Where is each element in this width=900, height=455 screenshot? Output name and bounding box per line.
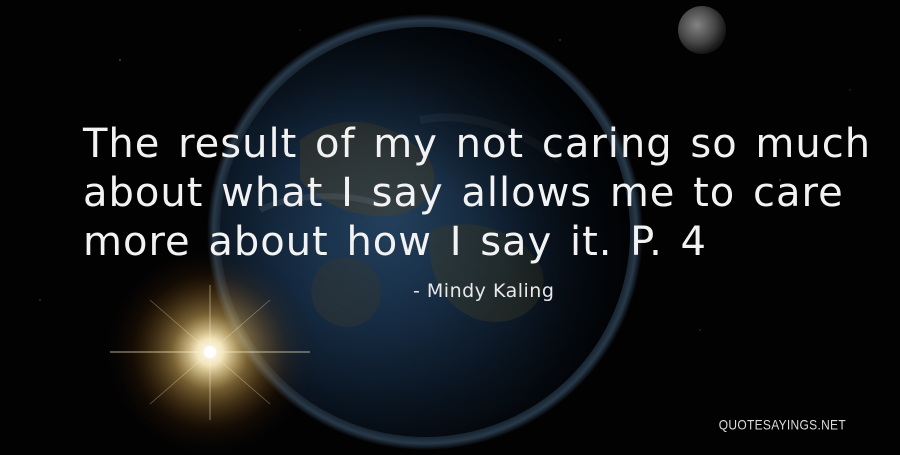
quote-line-3: more about how I say it. P. 4 <box>83 219 707 265</box>
site-watermark: QUOTESAYINGS.NET <box>718 416 846 433</box>
sun-flare-icon <box>100 242 320 455</box>
quote-author: - Mindy Kaling <box>413 280 555 302</box>
quote-line-1: The result of my not caring so much <box>83 121 872 167</box>
quote-line-2: about what I say allows me to care <box>83 170 844 216</box>
quote-text: The result of my not caring so much abou… <box>83 120 872 267</box>
moon-icon <box>678 6 726 54</box>
quote-card: The result of my not caring so much abou… <box>0 0 900 455</box>
